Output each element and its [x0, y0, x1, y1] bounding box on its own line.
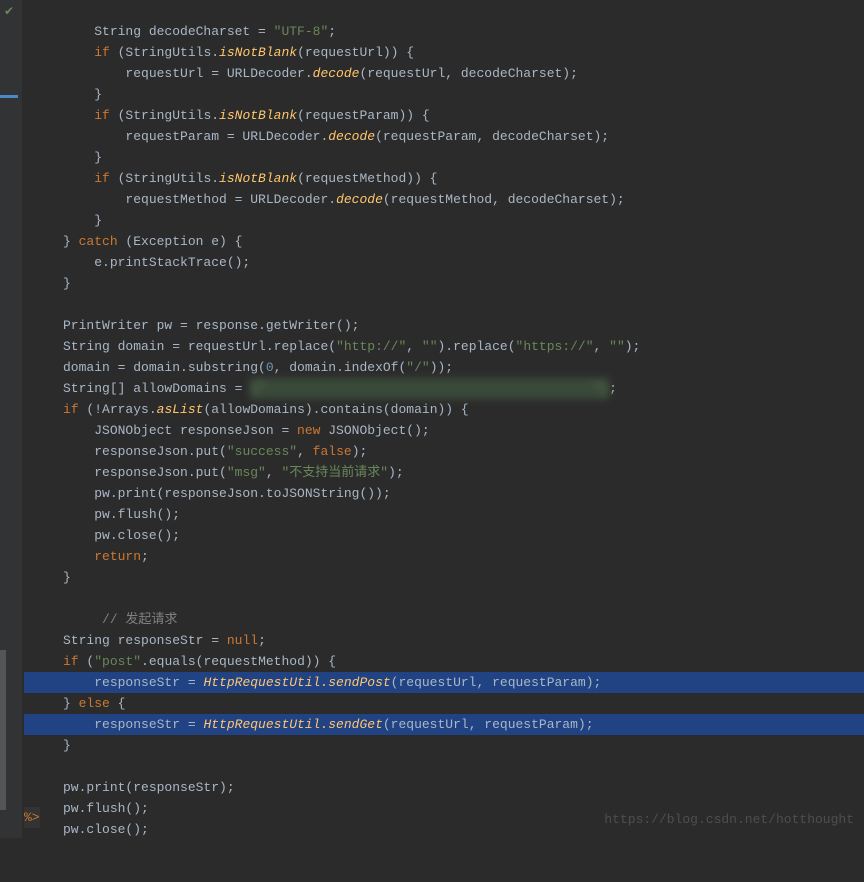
code-area[interactable]: String decodeCharset = "UTF-8"; if (Stri…: [22, 0, 864, 838]
code-line: pw.flush();: [24, 507, 180, 522]
gutter: ✔: [0, 0, 22, 838]
code-line: pw.flush();: [24, 801, 149, 816]
code-line: pw.close();: [24, 822, 149, 837]
code-line: PrintWriter pw = response.getWriter();: [24, 318, 359, 333]
code-line: pw.print(responseJson.toJSONString());: [24, 486, 391, 501]
code-line: }: [24, 87, 102, 102]
code-line: }: [24, 150, 102, 165]
highlighted-line: responseStr = HttpRequestUtil.sendPost(r…: [24, 672, 864, 693]
code-line: responseJson.put("success", false);: [24, 444, 367, 459]
code-line: String responseStr = null;: [24, 633, 266, 648]
code-line: if (StringUtils.isNotBlank(requestMethod…: [24, 171, 438, 186]
jsp-close-tag: %>: [24, 807, 40, 828]
code-line: // 发起请求: [24, 612, 177, 627]
code-line: }: [24, 570, 71, 585]
code-line: if (StringUtils.isNotBlank(requestParam)…: [24, 108, 430, 123]
code-line: e.printStackTrace();: [24, 255, 250, 270]
code-line: requestUrl = URLDecoder.decode(requestUr…: [24, 66, 578, 81]
code-line: } else {: [24, 696, 125, 711]
code-line: if ("post".equals(requestMethod)) {: [24, 654, 336, 669]
code-line: JSONObject responseJson = new JSONObject…: [24, 423, 430, 438]
fold-marker: [0, 650, 6, 810]
code-line: }: [24, 276, 71, 291]
code-line: }: [24, 738, 71, 753]
code-line: String domain = requestUrl.replace("http…: [24, 339, 640, 354]
code-line: responseJson.put("msg", "不支持当前请求");: [24, 465, 404, 480]
code-line: requestMethod = URLDecoder.decode(reques…: [24, 192, 625, 207]
watermark: https://blog.csdn.net/hotthought: [604, 809, 854, 830]
code-line: String[] allowDomains = {" "};: [24, 381, 617, 396]
code-line: } catch (Exception e) {: [24, 234, 242, 249]
code-line: domain = domain.substring(0, domain.inde…: [24, 360, 453, 375]
code-line: if (StringUtils.isNotBlank(requestUrl)) …: [24, 45, 414, 60]
change-marker: [0, 95, 18, 98]
code-line: [24, 297, 32, 312]
code-line: return;: [24, 549, 149, 564]
code-editor[interactable]: ✔ String decodeCharset = "UTF-8"; if (St…: [0, 0, 864, 838]
code-line: requestParam = URLDecoder.decode(request…: [24, 129, 609, 144]
code-line: }: [24, 213, 102, 228]
code-line: pw.print(responseStr);: [24, 780, 235, 795]
code-line: [24, 759, 32, 774]
check-icon: ✔: [4, 2, 14, 23]
highlighted-line: responseStr = HttpRequestUtil.sendGet(re…: [24, 714, 864, 735]
code-line: String decodeCharset = "UTF-8";: [24, 24, 336, 39]
code-line: pw.close();: [24, 528, 180, 543]
code-line: if (!Arrays.asList(allowDomains).contain…: [24, 402, 469, 417]
code-line: [24, 591, 32, 606]
